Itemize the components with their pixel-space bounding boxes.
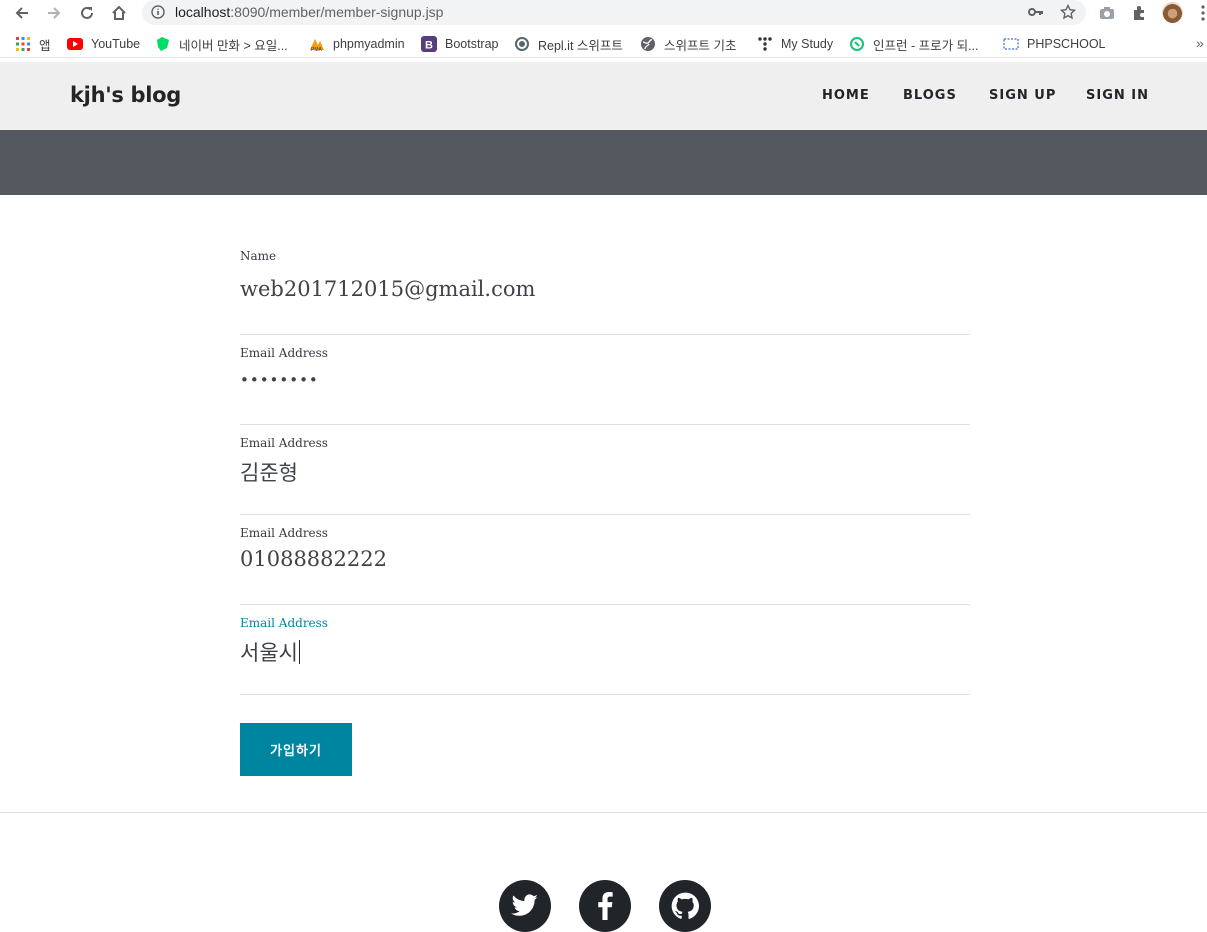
globe-icon <box>640 36 656 52</box>
replit-icon <box>514 36 530 52</box>
bookmark-label: 네이버 만화 > 요일... <box>179 38 288 53</box>
info-icon[interactable] <box>151 5 165 19</box>
bookmark-label: 앱 <box>39 38 51 53</box>
browser-menu-button[interactable] <box>1193 3 1207 23</box>
bookmark-phpschool[interactable]: PHPSCHOOL <box>1003 34 1106 54</box>
text-caret <box>298 640 300 664</box>
bookmark-label: Bootstrap <box>445 37 499 51</box>
bookmark-naver-webtoon[interactable]: 네이버 만화 > 요일... <box>155 34 288 54</box>
bookmark-swift-basics[interactable]: 스위프트 기초 <box>640 34 736 54</box>
name-field[interactable]: Name web201712015@gmail.com <box>240 230 970 335</box>
nav-sign-up[interactable]: SIGN UP <box>989 88 1056 103</box>
github-icon <box>671 892 699 919</box>
twitter-icon <box>511 894 538 916</box>
phpmyadmin-icon: PMA <box>309 36 325 52</box>
naver-webtoon-icon <box>155 36 171 52</box>
puzzle-icon <box>1134 6 1144 20</box>
bookmark-label: PHPSCHOOL <box>1027 37 1106 51</box>
fullname-input[interactable]: 김준형 <box>240 457 298 487</box>
address-input[interactable]: 서울시 <box>240 637 300 667</box>
inflearn-icon <box>849 36 865 52</box>
bootstrap-icon: B <box>421 36 437 52</box>
home-icon <box>112 5 126 20</box>
bookmark-phpmyadmin[interactable]: PMA phpmyadmin <box>309 34 405 54</box>
facebook-icon <box>598 892 613 920</box>
bookmark-label: YouTube <box>91 37 141 51</box>
facebook-button[interactable] <box>579 880 631 932</box>
camera-icon <box>1100 7 1114 19</box>
bookmark-apps[interactable]: 앱 <box>15 34 51 54</box>
signup-form: Name web201712015@gmail.com Email Addres… <box>240 230 970 695</box>
password-input[interactable]: •••••••• <box>240 371 319 389</box>
nav-blogs[interactable]: BLOGS <box>903 88 957 103</box>
bookmark-label: My Study <box>781 37 834 51</box>
site-brand[interactable]: kjh's blog <box>70 83 181 107</box>
fullname-field[interactable]: Email Address 김준형 <box>240 425 970 515</box>
field-label: Email Address <box>240 526 328 540</box>
profile-avatar[interactable] <box>1162 2 1183 23</box>
svg-text:B: B <box>425 40 433 52</box>
bookmark-youtube[interactable]: YouTube <box>67 34 140 54</box>
field-label: Email Address <box>240 436 328 450</box>
reload-button[interactable] <box>77 3 97 23</box>
url-text[interactable]: localhost:8090/member/member-signup.jsp <box>175 4 443 20</box>
phpschool-icon <box>1003 36 1019 52</box>
field-label: Name <box>240 249 277 263</box>
star-icon[interactable] <box>1060 4 1076 20</box>
bookmark-my-study[interactable]: My Study <box>757 34 833 54</box>
dots-icon <box>757 36 773 52</box>
reload-icon <box>81 6 93 19</box>
phone-field[interactable]: Email Address 01088882222 <box>240 515 970 605</box>
bookmark-bootstrap[interactable]: B Bootstrap <box>421 34 499 54</box>
phone-input[interactable]: 01088882222 <box>240 547 387 571</box>
bookmarks-more-button[interactable]: » <box>1196 35 1204 51</box>
bookmark-label: 인프런 - 프로가 되... <box>873 38 979 53</box>
forward-button[interactable] <box>44 3 64 23</box>
bookmark-replit[interactable]: Repl.it 스위프트 <box>514 34 623 54</box>
home-button[interactable] <box>109 3 129 23</box>
field-label: Email Address <box>240 616 328 630</box>
address-field[interactable]: Email Address 서울시 <box>240 605 970 695</box>
password-field[interactable]: Email Address •••••••• <box>240 335 970 425</box>
url-path: :8090/member/member-signup.jsp <box>230 4 444 20</box>
bookmark-label: Repl.it 스위프트 <box>538 38 623 53</box>
signup-submit-button[interactable]: 가입하기 <box>240 723 352 776</box>
browser-toolbar: localhost:8090/member/member-signup.jsp <box>0 0 1207 26</box>
bookmarks-bar: 앱 YouTube 네이버 만화 > 요일... PMA phpmyadmin … <box>0 31 1207 58</box>
camera-extension-button[interactable] <box>1097 3 1117 23</box>
arrow-right-icon <box>48 7 61 19</box>
kebab-menu-icon <box>1201 5 1205 21</box>
footer-divider <box>0 812 1207 813</box>
svg-text:PMA: PMA <box>311 47 323 52</box>
arrow-left-icon <box>15 7 28 19</box>
address-bar[interactable]: localhost:8090/member/member-signup.jsp <box>142 0 1086 25</box>
address-value: 서울시 <box>240 641 298 665</box>
github-button[interactable] <box>659 880 711 932</box>
name-input[interactable]: web201712015@gmail.com <box>240 277 535 301</box>
back-button[interactable] <box>12 3 32 23</box>
masthead <box>0 130 1207 195</box>
bookmark-label: 스위프트 기초 <box>664 38 737 53</box>
youtube-icon <box>67 36 83 52</box>
bookmark-inflearn[interactable]: 인프런 - 프로가 되... <box>849 34 979 54</box>
nav-home[interactable]: HOME <box>822 88 870 103</box>
site-navbar: kjh's blog HOME BLOGS SIGN UP SIGN IN <box>0 62 1207 130</box>
bookmark-label: phpmyadmin <box>333 37 405 51</box>
url-host: localhost <box>175 4 231 20</box>
twitter-button[interactable] <box>499 880 551 932</box>
nav-sign-in[interactable]: SIGN IN <box>1086 88 1149 103</box>
field-label: Email Address <box>240 346 328 360</box>
key-icon[interactable] <box>1028 5 1044 19</box>
extensions-button[interactable] <box>1129 3 1149 23</box>
apps-grid-icon <box>15 36 31 52</box>
